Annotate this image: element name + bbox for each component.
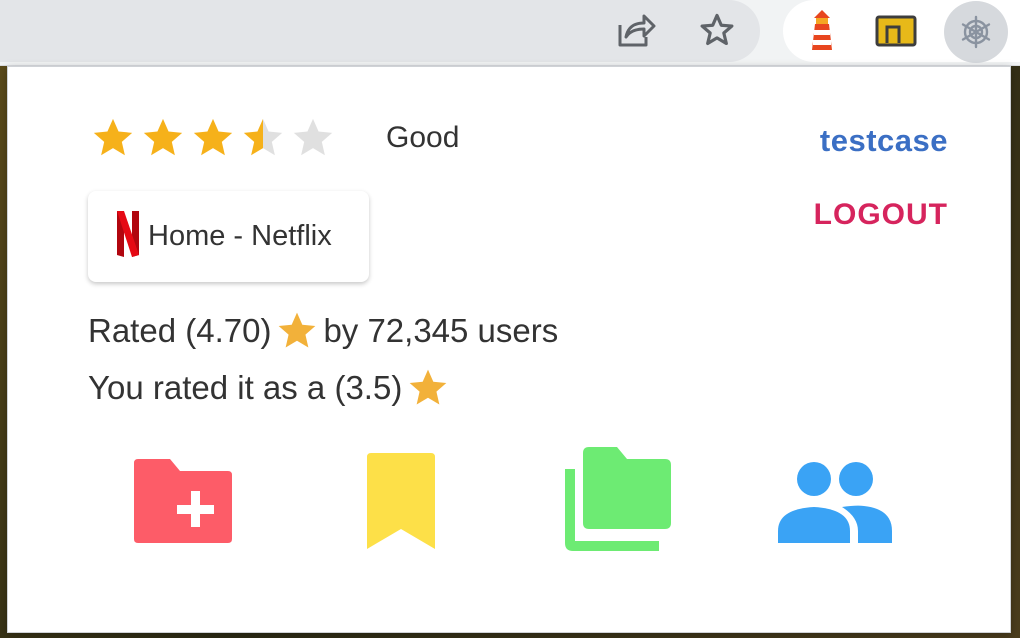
star-icon: [409, 369, 447, 405]
star-icon: [279, 312, 316, 348]
folder-add-icon: [134, 459, 232, 543]
collections-button[interactable]: [561, 445, 675, 555]
rating-popup: Good testcase LOGOUT Home - Netflix Rate…: [7, 66, 1011, 633]
browser-toolbar: [0, 0, 1020, 66]
rating-star-2[interactable]: [140, 115, 186, 161]
folder-extension-icon[interactable]: [873, 8, 919, 52]
rating-star-5[interactable]: [290, 115, 336, 161]
friends-button[interactable]: [778, 459, 892, 543]
logout-button[interactable]: LOGOUT: [814, 198, 948, 232]
user-rating-line: You rated it as a (3.5): [88, 366, 450, 410]
add-to-folder-button[interactable]: [130, 455, 236, 547]
users-count-text: by 72,345 users: [323, 312, 559, 349]
username-link[interactable]: testcase: [820, 123, 948, 159]
site-chip: Home - Netflix: [88, 191, 369, 282]
friends-icon: [778, 462, 892, 543]
lighthouse-extension-icon[interactable]: [800, 6, 844, 54]
average-rating-line: Rated (4.70) by 72,345 users: [88, 309, 558, 353]
rating-label: Good: [386, 121, 460, 154]
collections-icon: [565, 447, 671, 551]
average-rating-text: Rated (4.70): [88, 312, 272, 349]
rating-star-4[interactable]: [240, 115, 286, 161]
bookmark-star-icon[interactable]: [694, 8, 740, 52]
bookmark-button[interactable]: [362, 451, 440, 551]
star-rating[interactable]: [90, 115, 336, 161]
bookmark-icon: [367, 453, 435, 549]
rating-star-1[interactable]: [90, 115, 136, 161]
user-rating-text: You rated it as a (3.5): [88, 369, 403, 406]
site-name: Home - Netflix: [148, 220, 332, 252]
share-icon[interactable]: [612, 8, 660, 52]
netflix-logo-icon: [116, 211, 140, 262]
snowflake-extension-icon[interactable]: [944, 1, 1008, 63]
rating-star-3[interactable]: [190, 115, 236, 161]
action-row: [8, 445, 1012, 555]
